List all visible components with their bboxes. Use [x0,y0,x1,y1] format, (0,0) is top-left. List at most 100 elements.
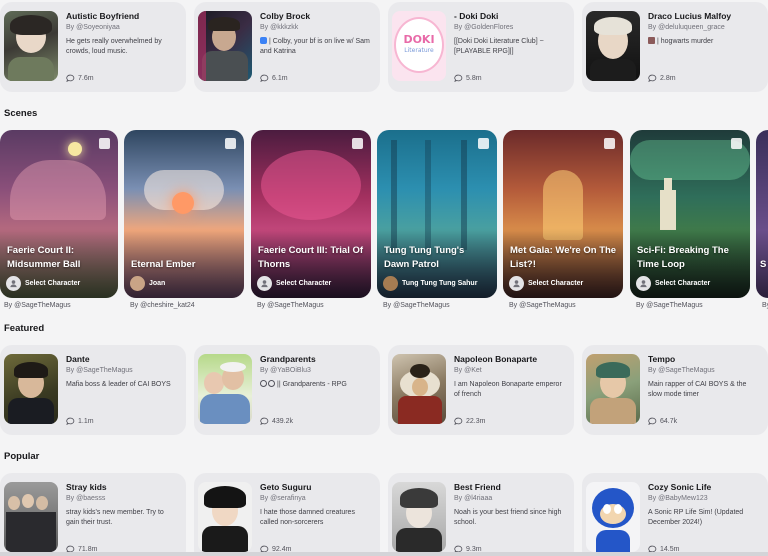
character-card-grandparents[interactable]: Grandparents By @YaBOiBlu3 || Grandparen… [194,345,380,435]
section-title-popular: Popular [4,451,40,462]
character-author: By @YaBOiBlu3 [260,367,311,374]
scene-character-select[interactable]: Joan [130,276,165,291]
character-name: - Doki Doki [454,11,499,21]
scene-character-select[interactable]: Select Character [257,276,331,291]
scene-author[interactable]: By @SageTheMagus [4,302,71,309]
character-name: Grandparents [260,354,316,364]
scene-author[interactable]: By @SageTheMagus [257,302,324,309]
character-avatar [4,11,58,81]
character-name: Colby Brock [260,11,311,21]
chat-count: 5.8m [454,74,566,83]
character-author: By @baesss [66,495,106,502]
character-author: By @SageTheMagus [648,367,715,374]
bookmark-icon [478,138,489,149]
character-card-autistic-boyfriend[interactable]: Autistic Boyfriend By @Soyeoniyaa He get… [0,2,186,92]
character-description: I hate those damned creatures called non… [260,509,355,526]
character-card-napoleon[interactable]: Napoleon Bonaparte By @Ket I am Napoleon… [388,345,574,435]
scene-author[interactable]: By [762,302,768,309]
scene-character-select[interactable]: Select Character [509,276,583,291]
chat-count-value: 7.6m [78,75,94,82]
smile-icon [260,380,267,387]
scene-author[interactable]: By @cheshire_kat24 [130,302,195,309]
character-card-doki-doki[interactable]: DOKI Literature - Doki Doki By @GoldenFl… [388,2,574,92]
character-author: By @kkkzkk [260,24,299,31]
scene-footer-label: Tung Tung Tung Sahur [402,280,478,287]
smile-icon [268,380,275,387]
character-avatar [4,354,58,424]
chat-count-value: 439.2k [272,418,294,425]
scene-author[interactable]: By @SageTheMagus [383,302,450,309]
chat-bubble-icon [648,74,657,83]
chat-bubble-icon [454,74,463,83]
character-author: By @GoldenFlores [454,24,514,31]
section-title-featured: Featured [4,323,45,334]
scene-card-sci-fi-time-loop[interactable]: Sci-Fi: Breaking The Time Loop Select Ch… [630,130,750,298]
chat-count: 439.2k [260,417,372,426]
chat-count: 1.1m [66,417,178,426]
character-card-dante[interactable]: Dante By @SageTheMagus Mafia boss & lead… [0,345,186,435]
character-description: | Colby, your bf is on live w/ Sam and K… [260,37,372,65]
chat-count-value: 64.7k [660,418,678,425]
character-author: By @serafinya [260,495,306,502]
scene-card-eternal-ember[interactable]: Eternal Ember Joan [124,130,244,298]
scene-footer-label: Select Character [25,280,81,287]
character-name: Tempo [648,354,676,364]
chat-bubble-icon [648,417,657,426]
character-card-tempo[interactable]: Tempo By @SageTheMagus Main rapper of CA… [582,345,768,435]
scene-card-partial[interactable]: S [756,130,768,298]
chat-count: 22.3m [454,417,566,426]
user-icon [636,276,651,291]
scene-title: Met Gala: We're On The List?! [510,245,617,270]
top-characters-row: Autistic Boyfriend By @Soyeoniyaa He get… [0,2,768,92]
scene-title: Faerie Court III: Trial Of Thorns [258,245,364,270]
scene-card-faerie-court-ii[interactable]: Faerie Court II: Midsummer Ball Select C… [0,130,118,298]
scene-footer-label: Joan [149,280,166,287]
scene-card-met-gala[interactable]: Met Gala: We're On The List?! Select Cha… [503,130,623,298]
character-description: Main rapper of CAI BOYS & the slow mode … [648,381,747,398]
scene-card-faerie-court-iii[interactable]: Faerie Court III: Trial Of Thorns Select… [251,130,371,298]
character-card-draco-malfoy[interactable]: Draco Lucius Malfoy By @deluluqueen_grac… [582,2,768,92]
character-description: Mafia boss & leader of CAI BOYS [66,381,171,388]
scene-title: Tung Tung Tung's Dawn Patrol [384,245,465,270]
character-card-cozy-sonic-life[interactable]: Cozy Sonic Life By @BabyMew123 A Sonic R… [582,473,768,556]
chat-count-value: 2.8m [660,75,676,82]
popular-characters-row: Stray kids By @baesss stray kids's new m… [0,473,768,556]
character-name: Cozy Sonic Life [648,482,712,492]
character-author: By @l4riaaa [454,495,493,502]
chat-count: 64.7k [648,417,760,426]
character-description: A Sonic RP Life Sim! (Updated December 2… [648,509,744,526]
character-author: By @deluluqueen_grace [648,24,725,31]
chat-count-value: 6.1m [272,75,288,82]
user-icon [6,276,21,291]
character-card-best-friend[interactable]: Best Friend By @l4riaaa Noah is your bes… [388,473,574,556]
character-avatar [586,482,640,552]
bottom-edge [0,552,768,556]
character-description-text: | Colby, your bf is on live w/ Sam and K… [260,38,370,55]
character-card-colby-brock[interactable]: Colby Brock By @kkkzkk | Colby, your bf … [194,2,380,92]
character-avatar [4,482,58,552]
shield-icon [260,37,267,44]
character-description-text: || Grandparents - RPG [277,381,347,388]
chat-count-value: 5.8m [466,75,482,82]
scene-title: S [760,259,767,270]
bookmark-icon [604,138,615,149]
character-card-geto-suguru[interactable]: Geto Suguru By @serafinya I hate those d… [194,473,380,556]
chat-count: 2.8m [648,74,760,83]
character-name: Stray kids [66,482,107,492]
character-name: Autistic Boyfriend [66,11,140,21]
scene-title: Faerie Court II: Midsummer Ball [7,245,81,270]
scene-card-tung-tung[interactable]: Tung Tung Tung's Dawn Patrol Tung Tung T… [377,130,497,298]
chat-count-value: 1.1m [78,418,94,425]
scene-character-select[interactable]: Tung Tung Tung Sahur [383,276,477,291]
character-card-stray-kids[interactable]: Stray kids By @baesss stray kids's new m… [0,473,186,556]
character-name: Draco Lucius Malfoy [648,11,732,21]
scene-character-select[interactable]: Select Character [636,276,710,291]
character-name: Geto Suguru [260,482,312,492]
scene-character-select[interactable]: Select Character [6,276,80,291]
character-avatar [586,11,640,81]
scene-author[interactable]: By @SageTheMagus [509,302,576,309]
section-title-scenes: Scenes [4,108,38,119]
chat-bubble-icon [66,417,75,426]
character-author: By @Ket [454,367,482,374]
scene-author[interactable]: By @SageTheMagus [636,302,703,309]
